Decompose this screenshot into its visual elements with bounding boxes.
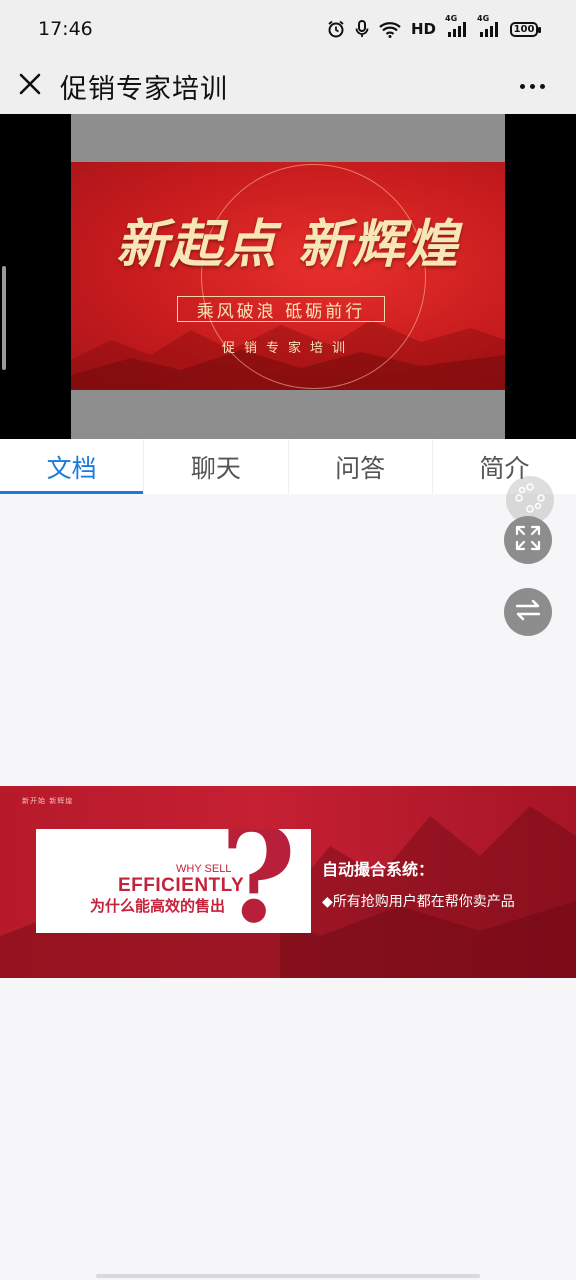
banner-subtitle: 乘风破浪 砥砺前行: [177, 296, 385, 322]
banner-headline: 新起点 新辉煌: [115, 214, 461, 275]
fullscreen-button[interactable]: [504, 516, 552, 564]
page-title: 促销专家培训: [60, 73, 228, 105]
mic-icon: [355, 20, 369, 38]
video-scrub-handle[interactable]: [2, 266, 6, 370]
signal-label: 4G: [477, 13, 490, 23]
battery-level: 100: [513, 23, 535, 35]
video-player[interactable]: 新起点 新辉煌 乘风破浪 砥砺前行 促销专家培训: [0, 114, 576, 439]
more-button[interactable]: [512, 68, 552, 104]
wifi-icon: [379, 21, 401, 38]
switch-icon: [514, 596, 542, 628]
expand-icon: [514, 524, 542, 556]
document-slide[interactable]: 新开始 新辉煌 WHY SELL EFFICIENTLY 为什么能高效的售出 ?…: [0, 786, 576, 978]
drag-handle-icon: [513, 481, 547, 519]
slide-bullet: ◆所有抢购用户都在帮你卖产品: [322, 894, 515, 910]
home-indicator[interactable]: [96, 1274, 480, 1278]
signal-label: 4G: [445, 13, 458, 23]
switch-button[interactable]: [504, 588, 552, 636]
question-mark: ?: [220, 829, 297, 933]
tab-intro[interactable]: 简介: [433, 439, 576, 494]
tab-qa[interactable]: 问答: [289, 439, 433, 494]
tab-chat[interactable]: 聊天: [144, 439, 289, 494]
slide-tag: 新开始 新辉煌: [22, 797, 74, 805]
more-icon: [519, 83, 525, 89]
status-icons: HD 4G 4G 100: [327, 14, 541, 38]
status-time: 17:46: [38, 18, 93, 40]
more-icon: [529, 83, 535, 89]
title-bar: 促销专家培训: [0, 58, 576, 114]
video-frame: 新起点 新辉煌 乘风破浪 砥砺前行 促销专家培训: [71, 114, 505, 439]
status-bar: 17:46 HD 4G 4G 100: [0, 0, 576, 58]
question-text: 为什么能高效的售出: [90, 897, 226, 915]
hd-label: HD: [410, 20, 436, 38]
video-banner: 新起点 新辉煌 乘风破浪 砥砺前行 促销专家培训: [71, 162, 505, 390]
slide-heading: 自动撮合系统：: [322, 860, 435, 879]
tab-documents[interactable]: 文档: [0, 439, 145, 494]
tab-bar: 文档 聊天 问答 简介: [0, 439, 576, 494]
signal-icon: 4G: [477, 14, 500, 38]
signal-icon: 4G: [445, 14, 468, 38]
banner-caption: 促销专家培训: [221, 341, 354, 356]
close-icon: [18, 72, 42, 100]
close-button[interactable]: [2, 58, 58, 114]
more-icon: [539, 83, 545, 89]
alarm-icon: [327, 20, 345, 38]
battery-icon: 100: [510, 21, 541, 37]
slide-card: WHY SELL EFFICIENTLY 为什么能高效的售出 ?: [36, 829, 311, 933]
